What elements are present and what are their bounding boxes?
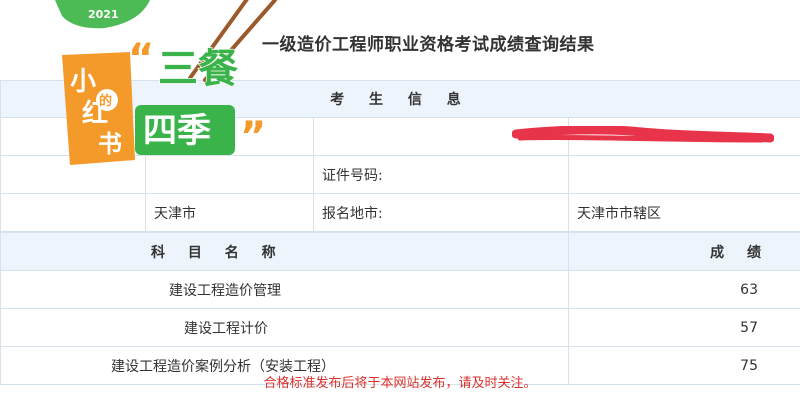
sticker-quote-bottom: 四季 <box>143 111 211 151</box>
sticker-char: 书 <box>98 130 122 158</box>
id-number-label: 证件号码: <box>313 155 569 194</box>
info-row: 天津市 报名地市: 天津市市辖区 <box>0 193 800 232</box>
sticker-year: 2021 <box>88 8 119 21</box>
sticker-tag: 的 <box>99 93 112 109</box>
id-number-value <box>568 155 800 194</box>
scores-table: 科 目 名 称 成 绩 建设工程造价管理 63 建设工程计价 57 建设工程造价… <box>0 232 800 385</box>
subject-score: 57 <box>568 308 800 347</box>
sticker-char: 小 <box>70 67 96 97</box>
registration-city-value: 天津市市辖区 <box>568 193 800 232</box>
subject-score: 63 <box>568 270 800 309</box>
table-row: 建设工程计价 57 <box>0 308 800 347</box>
subject-name: 建设工程造价管理 <box>0 270 569 309</box>
sticker-quote-top: 三餐 <box>158 46 238 92</box>
page-title: 一级造价工程师职业资格考试成绩查询结果 <box>262 35 595 55</box>
info-label <box>0 193 146 232</box>
registration-city-label: 报名地市: <box>313 193 569 232</box>
subject-name: 建设工程计价 <box>0 308 569 347</box>
scores-header-row: 科 目 名 称 成 绩 <box>0 232 800 271</box>
redaction-mark <box>512 126 774 143</box>
sticker-overlay: 2021 小 红 书 的 “ 三餐 四季 ” <box>55 0 277 165</box>
score-header: 成 绩 <box>568 232 800 271</box>
table-row: 建设工程造价管理 63 <box>0 270 800 309</box>
notice-text: 合格标准发布后将于本网站发布，请及时关注。 <box>263 376 537 391</box>
subject-name-header: 科 目 名 称 <box>0 232 569 271</box>
sticker-quote-close: ” <box>240 114 266 160</box>
info-value: 天津市 <box>145 193 314 232</box>
sticker-quote-open: “ <box>128 36 154 82</box>
